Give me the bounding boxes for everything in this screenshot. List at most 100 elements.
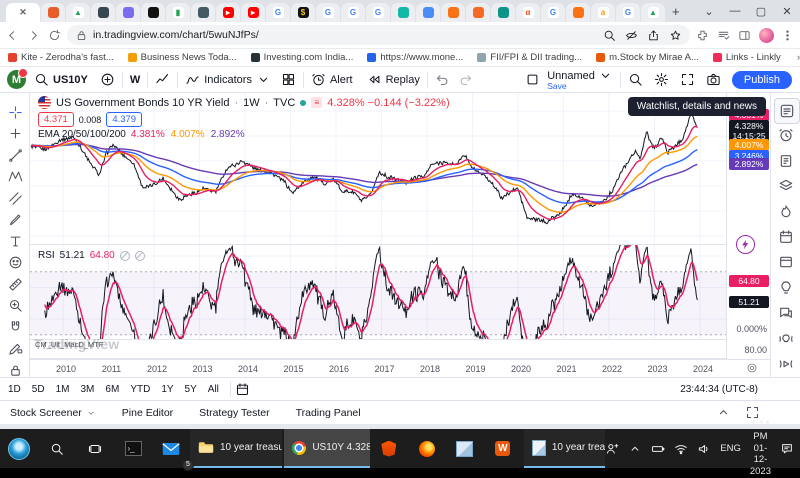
browser-tab[interactable]: $	[291, 3, 315, 22]
watchlist-icon[interactable]	[774, 98, 800, 124]
browser-tab[interactable]: G	[341, 3, 365, 22]
bottom-tab-pine-editor[interactable]: Pine Editor	[122, 407, 173, 419]
browser-tab[interactable]: α	[516, 3, 540, 22]
tray-chevron-up-icon[interactable]	[628, 442, 642, 456]
range-button-6m[interactable]: 6M	[105, 384, 119, 395]
start-button[interactable]	[0, 429, 38, 468]
browser-tab[interactable]: ▸	[216, 3, 240, 22]
action-center-icon[interactable]	[780, 442, 794, 456]
range-button-1m[interactable]: 1M	[56, 384, 70, 395]
browser-tab[interactable]: G	[541, 3, 565, 22]
legend-title[interactable]: US Government Bonds 10 YR Yield	[56, 97, 229, 109]
url-text[interactable]: in.tradingview.com/chart/5wuNJfPs/	[93, 29, 259, 41]
zoom-page-icon[interactable]	[603, 29, 616, 42]
refresh-icon[interactable]	[48, 29, 61, 42]
live-ideas-icon[interactable]	[774, 327, 798, 351]
browser-tab[interactable]: ✕	[6, 3, 40, 22]
browser-tab[interactable]: ▸	[241, 3, 265, 22]
browser-tab[interactable]: a	[591, 3, 615, 22]
range-button-5y[interactable]: 5Y	[185, 384, 197, 395]
trend-line-tool-icon[interactable]	[4, 144, 26, 166]
undo-icon[interactable]	[435, 72, 450, 87]
range-button-3m[interactable]: 3M	[81, 384, 95, 395]
address-bar[interactable]: in.tradingview.com/chart/5wuNJfPs/	[67, 25, 690, 45]
browser-tab[interactable]: ▮	[166, 3, 190, 22]
range-button-all[interactable]: All	[208, 384, 219, 395]
share-icon[interactable]	[647, 29, 660, 42]
indicators-button[interactable]: Indicators	[185, 72, 271, 87]
redo-icon[interactable]	[458, 72, 473, 87]
dot-tool-icon[interactable]	[4, 123, 26, 145]
boost-lightning-icon[interactable]	[736, 235, 755, 254]
range-button-5d[interactable]: 5D	[32, 384, 45, 395]
extensions-icon[interactable]	[696, 29, 709, 42]
symbol-search-button[interactable]: US10Y	[34, 72, 88, 87]
browser-tab[interactable]	[466, 3, 490, 22]
browser-tab[interactable]: G	[266, 3, 290, 22]
maximize-icon[interactable]: ▢	[748, 5, 774, 18]
compare-add-icon[interactable]	[100, 72, 115, 87]
emoji-tool-icon[interactable]	[4, 252, 26, 274]
alerts-icon[interactable]	[774, 123, 798, 147]
go-to-date-icon[interactable]	[235, 382, 250, 397]
browser-tab[interactable]: ▲	[641, 3, 665, 22]
ema-legend[interactable]: EMA 20/50/100/200 4.381%4.007%2.892%	[38, 129, 245, 140]
crosshair-tool-icon[interactable]	[4, 101, 26, 123]
journal-icon[interactable]	[774, 149, 798, 173]
fullscreen-icon[interactable]	[680, 72, 695, 87]
forward-icon[interactable]	[27, 29, 40, 42]
xabcd-pattern-tool-icon[interactable]	[4, 166, 26, 188]
brave-icon[interactable]	[370, 429, 408, 468]
doc-window-button[interactable]: 10 year treasury yiel...	[524, 429, 605, 468]
parallel-channel-tool-icon[interactable]	[4, 187, 26, 209]
tv-user-avatar[interactable]: M	[7, 70, 26, 89]
browser-tab[interactable]	[441, 3, 465, 22]
volume-icon[interactable]	[697, 442, 711, 456]
brush-tool-icon[interactable]	[4, 209, 26, 231]
bookmark-item[interactable]: m.Stock by Mirae A...	[596, 52, 699, 63]
publish-button[interactable]: Publish	[732, 71, 792, 89]
drawing-lock-tool-icon[interactable]	[4, 338, 26, 360]
app-window-icon[interactable]	[446, 429, 484, 468]
browser-tab[interactable]	[91, 3, 115, 22]
bookmark-item[interactable]: Kite - Zerodha's fast...	[8, 52, 114, 63]
range-button-ytd[interactable]: YTD	[130, 384, 150, 395]
replay-button[interactable]: Replay	[367, 72, 420, 87]
bookmark-item[interactable]: https://www.mone...	[367, 52, 463, 63]
measure-tool-icon[interactable]	[4, 273, 26, 295]
indicator-templates-icon[interactable]	[281, 72, 296, 87]
panel-maximize-icon[interactable]	[745, 405, 760, 420]
rsi-hide-icon[interactable]	[120, 251, 130, 261]
browser-tab[interactable]	[191, 3, 215, 22]
browser-tab[interactable]: ▲	[66, 3, 90, 22]
browser-tab[interactable]	[141, 3, 165, 22]
close-icon[interactable]: ✕	[774, 5, 800, 18]
layout-select-icon[interactable]	[525, 72, 540, 87]
new-tab-button[interactable]: +	[672, 4, 680, 19]
legend-exchange[interactable]: TVC	[273, 97, 295, 109]
range-button-1y[interactable]: 1Y	[161, 384, 173, 395]
browser-tab[interactable]	[391, 3, 415, 22]
battery-icon[interactable]	[651, 442, 665, 456]
tab-search-chevron-icon[interactable]: ⌄	[696, 5, 722, 18]
browser-tab[interactable]: G	[616, 3, 640, 22]
people-icon[interactable]	[605, 442, 619, 456]
bookmark-item[interactable]: Links - Linkly	[713, 52, 781, 63]
browser-menu-icon[interactable]	[781, 29, 794, 42]
rsi-settings-icon[interactable]	[135, 251, 145, 261]
firefox-icon[interactable]	[408, 429, 446, 468]
taskbar-search-icon[interactable]	[38, 429, 76, 468]
magnet-tool-icon[interactable]	[4, 316, 26, 338]
browser-tab[interactable]	[416, 3, 440, 22]
object-tree-icon[interactable]	[774, 174, 798, 198]
bottom-tab-stock-screener[interactable]: Stock Screener	[10, 407, 96, 419]
side-panel-icon[interactable]	[738, 29, 751, 42]
streams-icon[interactable]	[774, 352, 798, 376]
time-axis[interactable]: 2010201120122013201420152016201720182019…	[30, 359, 770, 377]
bookmark-item[interactable]: Business News Toda...	[128, 52, 237, 63]
calendar-icon[interactable]	[774, 225, 798, 249]
terminal-icon[interactable]: ›_	[114, 429, 152, 468]
range-button-1d[interactable]: 1D	[8, 384, 21, 395]
collapsed-pane-legend[interactable]: CM_Ult_MacD_MTF	[35, 340, 103, 349]
task-view-icon[interactable]	[76, 429, 114, 468]
